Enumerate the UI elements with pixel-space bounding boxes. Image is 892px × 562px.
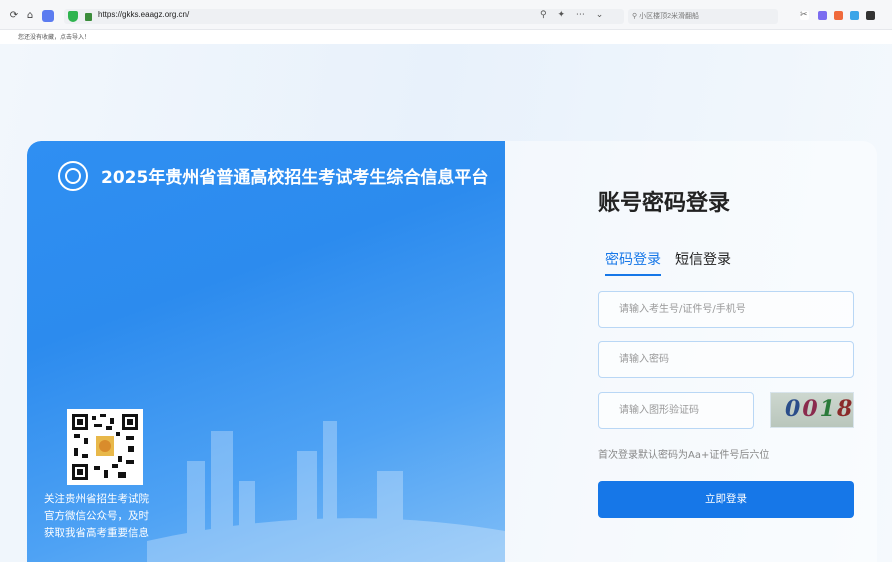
bookmarks-notice[interactable]: 您还没有收藏，点击导入！ <box>18 32 90 41</box>
extension-icon[interactable] <box>850 11 859 20</box>
browser-search-input[interactable]: ⚲ 小区楼顶2米滑翻船 <box>628 9 778 24</box>
browser-logo-icon[interactable] <box>42 10 54 22</box>
captcha-char: 0 <box>785 396 803 422</box>
exam-board-logo <box>58 161 88 191</box>
reload-icon[interactable]: ⟳ <box>8 10 20 22</box>
wechat-qr-code <box>67 409 143 485</box>
bookmarks-bar: 您还没有收藏，点击导入！ <box>0 30 892 44</box>
lock-icon <box>85 13 92 21</box>
left-banner-panel: 2025年贵州省普通高校招生考试考生综合信息平台 关注贵州省招生考试院 官方微信… <box>27 141 505 562</box>
url-text[interactable]: https://gkks.eaagz.org.cn/ <box>98 10 189 19</box>
follow-line: 官方微信公众号，及时 <box>44 510 149 522</box>
cut-icon[interactable]: ✂ <box>800 11 809 20</box>
wechat-follow-text: 关注贵州省招生考试院 官方微信公众号，及时 获取我省高考重要信息 <box>44 491 184 542</box>
login-form-title: 账号密码登录 <box>598 191 731 216</box>
login-card: 2025年贵州省普通高校招生考试考生综合信息平台 关注贵州省招生考试院 官方微信… <box>27 141 877 562</box>
shield-icon <box>68 11 78 22</box>
username-input[interactable]: 请输入考生号/证件号/手机号 <box>598 291 854 328</box>
login-button[interactable]: 立即登录 <box>598 481 854 518</box>
browser-toolbar: ⟳ ⌂ https://gkks.eaagz.org.cn/ ⚲ ✦ ⋯ ⌄ ⚲… <box>0 0 892 30</box>
platform-title: 2025年贵州省普通高校招生考试考生综合信息平台 <box>101 168 489 188</box>
home-icon[interactable]: ⌂ <box>24 10 36 22</box>
tab-sms-login[interactable]: 短信登录 <box>675 249 731 269</box>
captcha-char: 1 <box>819 396 837 422</box>
password-input[interactable]: 请输入密码 <box>598 341 854 378</box>
url-tools-icons[interactable]: ⚲ ✦ ⋯ ⌄ <box>540 10 607 20</box>
default-password-hint: 首次登录默认密码为Aa+证件号后六位 <box>598 450 770 461</box>
extension-icon[interactable] <box>866 11 875 20</box>
captcha-text: 0018 <box>785 396 854 422</box>
follow-line: 获取我省高考重要信息 <box>44 527 149 539</box>
captcha-input[interactable]: 请输入图形验证码 <box>598 392 754 429</box>
captcha-char: 8 <box>836 396 855 422</box>
captcha-image[interactable]: 0018 <box>770 392 854 428</box>
tab-password-login[interactable]: 密码登录 <box>605 249 661 276</box>
extension-icon[interactable] <box>834 11 843 20</box>
extension-icon[interactable] <box>818 11 827 20</box>
follow-line: 关注贵州省招生考试院 <box>44 493 149 505</box>
captcha-char: 0 <box>802 396 820 422</box>
city-skyline-decoration <box>147 421 505 562</box>
search-placeholder: 小区楼顶2米滑翻船 <box>639 13 699 20</box>
